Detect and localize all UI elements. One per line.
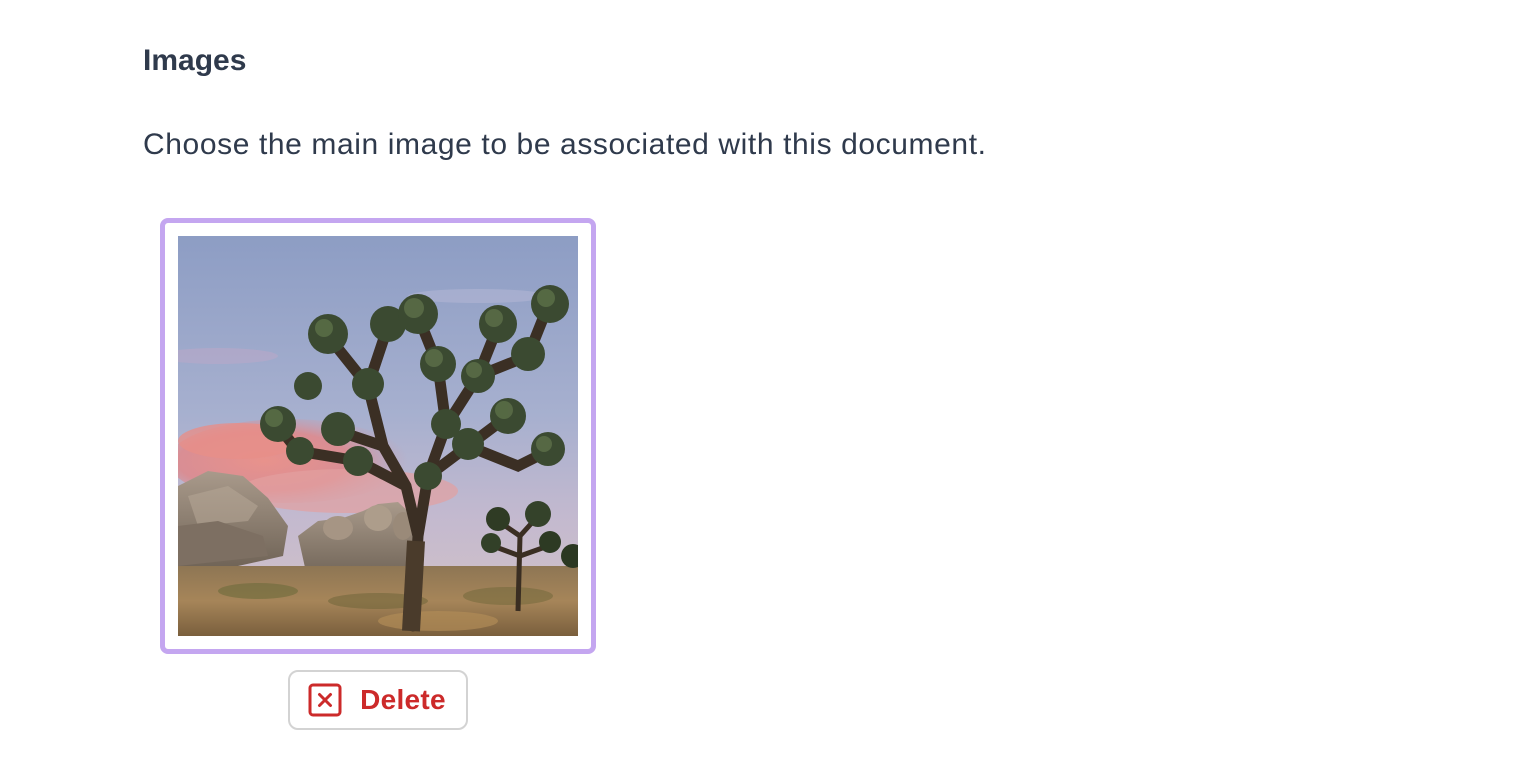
main-image-card[interactable] (160, 218, 596, 654)
section-description: Choose the main image to be associated w… (143, 128, 987, 161)
delete-button[interactable]: Delete (288, 670, 468, 730)
joshua-tree-photo (178, 236, 578, 636)
section-title: Images (143, 44, 247, 77)
main-image-thumbnail[interactable] (178, 236, 578, 636)
close-square-icon (308, 683, 342, 717)
delete-button-label: Delete (360, 684, 446, 715)
